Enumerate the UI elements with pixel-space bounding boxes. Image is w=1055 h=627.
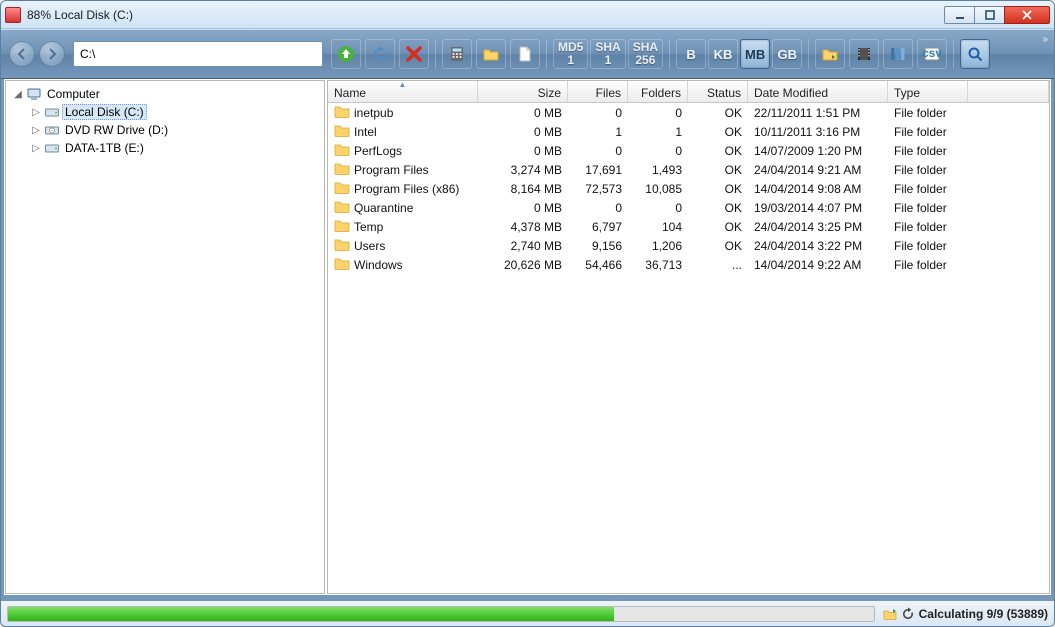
file-rows[interactable]: inetpub0 MB00OK22/11/2011 1:51 PMFile fo… bbox=[328, 103, 1049, 593]
sort-asc-icon: ▲ bbox=[399, 80, 407, 89]
window-title: 88% Local Disk (C:) bbox=[27, 8, 944, 22]
tree-item[interactable]: ▷DVD RW Drive (D:) bbox=[8, 121, 322, 139]
table-row[interactable]: Users2,740 MB9,1561,206OK24/04/2014 3:22… bbox=[328, 236, 1049, 255]
drive-icon bbox=[44, 140, 60, 156]
table-row[interactable]: PerfLogs0 MB00OK14/07/2009 1:20 PMFile f… bbox=[328, 141, 1049, 160]
refresh-button[interactable] bbox=[365, 39, 395, 69]
col-folders[interactable]: Folders bbox=[628, 81, 688, 102]
app-window: 88% Local Disk (C:) MD51SHA1SHA256 BKBMB… bbox=[0, 0, 1055, 627]
col-name[interactable]: Name▲ bbox=[328, 81, 478, 102]
col-type[interactable]: Type bbox=[888, 81, 968, 102]
status-bar: Calculating 9/9 (53889) bbox=[1, 598, 1054, 626]
table-row[interactable]: Windows20,626 MB54,46636,713...14/04/201… bbox=[328, 255, 1049, 274]
goto-folder-button[interactable] bbox=[815, 39, 845, 69]
drive-icon bbox=[44, 104, 60, 120]
columns-button[interactable] bbox=[883, 39, 913, 69]
folder-icon bbox=[334, 219, 350, 235]
col-files[interactable]: Files bbox=[568, 81, 628, 102]
computer-icon bbox=[26, 86, 42, 102]
expand-icon[interactable]: ▷ bbox=[30, 125, 42, 136]
tree-root-computer[interactable]: ◢ Computer bbox=[8, 85, 322, 103]
address-bar[interactable] bbox=[73, 41, 323, 67]
unit-b-button[interactable]: B bbox=[676, 39, 706, 69]
app-icon bbox=[5, 7, 21, 23]
folder-icon bbox=[334, 143, 350, 159]
folder-icon bbox=[334, 162, 350, 178]
col-date[interactable]: Date Modified bbox=[748, 81, 888, 102]
expand-icon[interactable]: ▷ bbox=[30, 143, 42, 154]
unit-kb-button[interactable]: KB bbox=[708, 39, 738, 69]
calc-button[interactable] bbox=[442, 39, 472, 69]
nav-forward-button[interactable] bbox=[39, 41, 65, 67]
delete-button[interactable] bbox=[399, 39, 429, 69]
folder-icon bbox=[334, 257, 350, 273]
table-row[interactable]: Quarantine0 MB00OK19/03/2014 4:07 PMFile… bbox=[328, 198, 1049, 217]
maximize-button[interactable] bbox=[974, 6, 1004, 24]
table-row[interactable]: Program Files (x86)8,164 MB72,57310,085O… bbox=[328, 179, 1049, 198]
folder-icon bbox=[334, 124, 350, 140]
table-row[interactable]: Intel0 MB11OK10/11/2011 3:16 PMFile fold… bbox=[328, 122, 1049, 141]
hash-sha1-button[interactable]: SHA1 bbox=[590, 39, 625, 69]
drive-icon bbox=[44, 122, 60, 138]
unit-gb-button[interactable]: GB bbox=[772, 39, 802, 69]
folder-icon bbox=[334, 105, 350, 121]
titlebar[interactable]: 88% Local Disk (C:) bbox=[1, 1, 1054, 29]
up-button[interactable] bbox=[331, 39, 361, 69]
folder-icon bbox=[334, 181, 350, 197]
folder-sync-icon bbox=[883, 607, 897, 621]
table-row[interactable]: Program Files3,274 MB17,6911,493OK24/04/… bbox=[328, 160, 1049, 179]
hash-md51-button[interactable]: MD51 bbox=[553, 39, 588, 69]
nav-back-button[interactable] bbox=[9, 41, 35, 67]
progress-bar bbox=[7, 606, 875, 622]
search-button[interactable] bbox=[960, 39, 990, 69]
unit-mb-button[interactable]: MB bbox=[740, 39, 770, 69]
refresh-icon bbox=[901, 607, 915, 621]
overflow-chevron-icon[interactable]: » bbox=[1042, 34, 1048, 45]
csv-export-button[interactable]: csv bbox=[917, 39, 947, 69]
table-row[interactable]: inetpub0 MB00OK22/11/2011 1:51 PMFile fo… bbox=[328, 103, 1049, 122]
new-file-button[interactable] bbox=[510, 39, 540, 69]
folder-tree[interactable]: ◢ Computer ▷Local Disk (C:)▷DVD RW Drive… bbox=[5, 80, 325, 594]
svg-text:csv: csv bbox=[923, 46, 941, 60]
collapse-icon[interactable]: ◢ bbox=[12, 89, 24, 100]
expand-icon[interactable]: ▷ bbox=[30, 107, 42, 118]
toolbar: MD51SHA1SHA256 BKBMBGB csv » bbox=[1, 29, 1054, 79]
minimize-button[interactable] bbox=[944, 6, 974, 24]
status-text: Calculating 9/9 (53889) bbox=[883, 607, 1048, 621]
table-row[interactable]: Temp4,378 MB6,797104OK24/04/2014 3:25 PM… bbox=[328, 217, 1049, 236]
col-status[interactable]: Status bbox=[688, 81, 748, 102]
close-button[interactable] bbox=[1004, 6, 1050, 24]
tree-item[interactable]: ▷DATA-1TB (E:) bbox=[8, 139, 322, 157]
open-folder-button[interactable] bbox=[476, 39, 506, 69]
hash-sha256-button[interactable]: SHA256 bbox=[628, 39, 663, 69]
film-button[interactable] bbox=[849, 39, 879, 69]
column-headers[interactable]: Name▲ Size Files Folders Status Date Mod… bbox=[328, 81, 1049, 103]
folder-icon bbox=[334, 238, 350, 254]
file-list: Name▲ Size Files Folders Status Date Mod… bbox=[327, 80, 1050, 594]
address-input[interactable] bbox=[80, 47, 316, 61]
tree-item[interactable]: ▷Local Disk (C:) bbox=[8, 103, 322, 121]
folder-icon bbox=[334, 200, 350, 216]
col-size[interactable]: Size bbox=[478, 81, 568, 102]
